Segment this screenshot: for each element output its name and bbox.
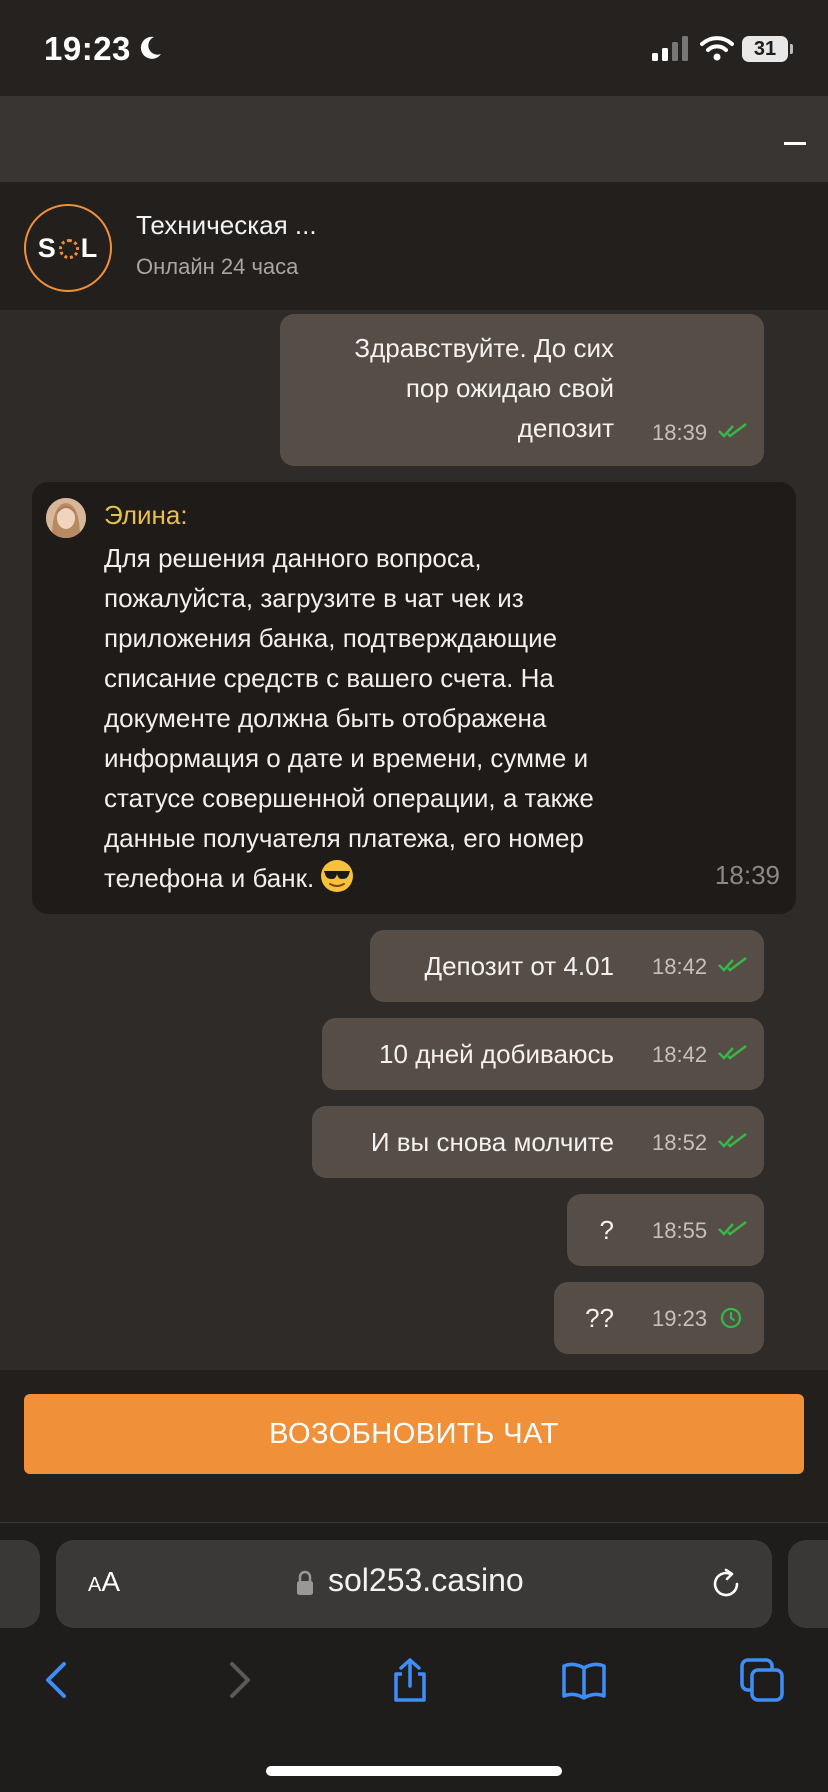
support-logo: SL <box>24 204 112 292</box>
outgoing-message: Здравствуйте. До сих пор ожидаю свой деп… <box>280 314 764 466</box>
bookmarks-icon[interactable] <box>560 1656 608 1704</box>
read-ticks-icon <box>718 1221 747 1236</box>
outgoing-message: ?? 19:23 <box>554 1282 764 1354</box>
message-text: 10 дней добиваюсь <box>379 1039 614 1069</box>
agent-avatar <box>46 498 86 538</box>
sun-icon <box>58 239 79 259</box>
screen: 19:23 31 SL Техническая ... Онлайн 24 ча… <box>0 0 828 1792</box>
reload-icon[interactable] <box>708 1566 744 1602</box>
message-text: ?? <box>585 1303 614 1333</box>
message-text: И вы снова молчите <box>370 1127 614 1157</box>
message-text: Для решения данного вопроса, пожалуйста,… <box>104 543 594 893</box>
status-bar: 19:23 31 <box>0 0 828 96</box>
chat-title: Техническая ... <box>136 210 317 240</box>
agent-name: Элина: <box>104 500 188 530</box>
outgoing-message: Депозит от 4.01 18:42 <box>370 930 764 1002</box>
chat-widget-topbar <box>0 96 828 182</box>
chat-header: SL Техническая ... Онлайн 24 часа <box>0 182 828 310</box>
message-time: 18:42 <box>652 1042 708 1067</box>
status-time: 19:23 <box>44 30 131 67</box>
pending-clock-icon <box>720 1307 742 1329</box>
read-ticks-icon <box>718 1133 747 1148</box>
lock-icon <box>297 1570 313 1595</box>
message-time: 19:23 <box>652 1306 708 1331</box>
home-indicator[interactable] <box>266 1766 562 1776</box>
message-time: 18:39 <box>714 860 780 890</box>
read-ticks-icon <box>718 1045 747 1060</box>
outgoing-message: И вы снова молчите 18:52 <box>312 1106 764 1178</box>
wifi-icon <box>700 36 734 61</box>
next-tab-peek[interactable] <box>788 1540 828 1628</box>
back-icon[interactable] <box>34 1656 82 1704</box>
url-text: sol253.casino <box>328 1562 524 1598</box>
chat-subtitle: Онлайн 24 часа <box>136 254 299 279</box>
message-time: 18:52 <box>652 1130 708 1155</box>
previous-tab-peek[interactable] <box>0 1540 40 1628</box>
share-icon[interactable] <box>386 1656 434 1704</box>
message-text: ? <box>599 1215 614 1245</box>
minimize-button[interactable] <box>784 142 806 145</box>
battery-icon: 31 <box>742 36 793 62</box>
agent-photo <box>46 498 86 538</box>
smiling-face-with-sunglasses-icon <box>321 860 354 892</box>
message-time: 18:42 <box>652 954 708 979</box>
cellular-signal-icon <box>652 36 688 61</box>
moon-icon <box>140 36 161 59</box>
read-ticks-icon <box>718 423 747 438</box>
message-time: 18:39 <box>652 420 708 445</box>
resume-chat-button[interactable]: ВОЗОБНОВИТЬ ЧАТ <box>24 1394 804 1474</box>
incoming-message: Элина: Для решения данного вопроса, пожа… <box>32 482 796 914</box>
reader-settings-button[interactable]: AA <box>88 1566 120 1598</box>
outgoing-message: 10 дней добиваюсь 18:42 <box>322 1018 764 1090</box>
read-ticks-icon <box>718 957 747 972</box>
message-text: Депозит от 4.01 <box>424 951 614 981</box>
battery-level: 31 <box>742 36 788 62</box>
message-time: 18:55 <box>652 1218 708 1243</box>
address-bar[interactable]: AA sol253.casino <box>56 1540 772 1628</box>
message-text: Здравствуйте. До сих пор ожидаю свой деп… <box>354 333 614 443</box>
tabs-icon[interactable] <box>738 1656 786 1704</box>
forward-icon[interactable] <box>214 1656 262 1704</box>
outgoing-message: ? 18:55 <box>567 1194 764 1266</box>
